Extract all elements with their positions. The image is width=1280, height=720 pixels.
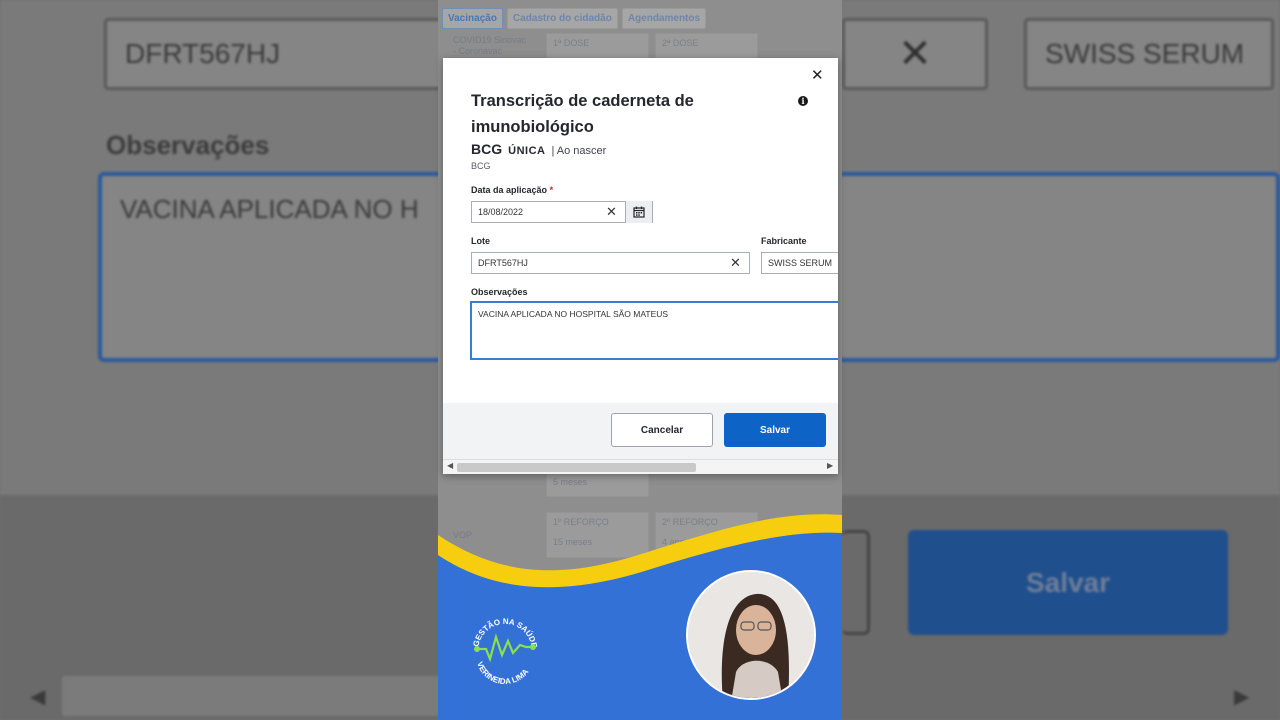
fabricante-label: Fabricante [761,236,807,246]
tab-bar: Vacinação Cadastro do cidadão Agendament… [442,8,707,29]
bg-observacoes-label: Observações [106,130,270,160]
scroll-left-icon[interactable]: ◀ [447,461,453,470]
date-label-text: Data da aplicação [471,185,548,195]
modal-title: Transcrição de caderneta de imunobiológi… [471,92,694,136]
svg-text:GESTÃO NA SAÚDE: GESTÃO NA SAÚDE [471,617,539,649]
bg-save-button: Salvar [908,530,1228,635]
horizontal-scrollbar[interactable]: ◀ ▶ [443,459,838,474]
lote-clear-icon[interactable]: ✕ [730,255,741,271]
vaccine-header: BCG ÚNICA | Ao nascer [471,141,606,157]
close-icon[interactable]: ✕ [811,66,824,84]
logo-text-bottom: VERINEIDA LIMA [475,660,530,685]
heartbeat-icon [477,633,533,663]
gestao-na-saude-logo: GESTÃO NA SAÚDE VERINEIDA LIMA [471,617,539,685]
vaccine-subtitle: BCG [471,161,491,171]
lote-value: DFRT567HJ [478,258,528,268]
lote-label: Lote [471,236,490,246]
tab-vacinacao[interactable]: Vacinação [442,8,503,29]
vaccine-dose: ÚNICA [508,145,546,157]
lote-input[interactable]: DFRT567HJ [471,252,750,274]
bg-observacoes-area-right [836,172,1280,362]
calendar-button[interactable] [625,201,652,223]
info-icon[interactable]: i [798,96,808,106]
covid-row-label: COVID19 Sinovac - Coronavac [453,35,527,56]
fabricante-value: SWISS SERUM [768,258,833,268]
transcription-modal: ✕ i Transcrição de caderneta de imunobio… [443,58,838,474]
fabricante-select[interactable]: SWISS SERUM [761,252,838,274]
bg-clear-icon: ✕ [842,18,988,90]
bg-cancel-button [842,530,870,635]
bg-fabricante-field: SWISS SERUM [1024,18,1274,90]
bg-right-arrow-icon: ▶ [1234,686,1250,708]
vaccine-when: | Ao nascer [551,145,607,157]
bg-lote-field: DFRT567HJ [104,18,444,90]
bg-scrollbar [62,676,442,716]
bg-left-arrow-icon: ◀ [30,686,46,708]
cancel-button[interactable]: Cancelar [611,413,713,447]
logo-text-top: GESTÃO NA SAÚDE [471,617,539,649]
date-label: Data da aplicação * [471,185,553,195]
scroll-right-icon[interactable]: ▶ [827,461,833,470]
presenter-avatar [686,570,816,700]
date-clear-icon[interactable]: ✕ [606,204,617,220]
tab-agendamentos[interactable]: Agendamentos [621,8,707,29]
svg-text:VERINEIDA LIMA: VERINEIDA LIMA [475,660,530,685]
prev-row-dose[interactable]: 5 meses [546,472,649,497]
date-value: 18/08/2022 [478,207,524,217]
scrollbar-thumb[interactable] [457,463,696,472]
observacoes-label: Observações [471,287,528,297]
bg-observacoes-area: VACINA APLICADA NO H [98,172,448,362]
tab-cadastro-cidadao[interactable]: Cadastro do cidadão [506,8,618,29]
save-button[interactable]: Salvar [724,413,826,447]
vaccine-name: BCG [471,141,503,157]
observacoes-textarea[interactable]: VACINA APLICADA NO HOSPITAL SÃO MATEUS [470,301,838,360]
required-marker: * [549,185,554,195]
calendar-icon [633,206,645,218]
